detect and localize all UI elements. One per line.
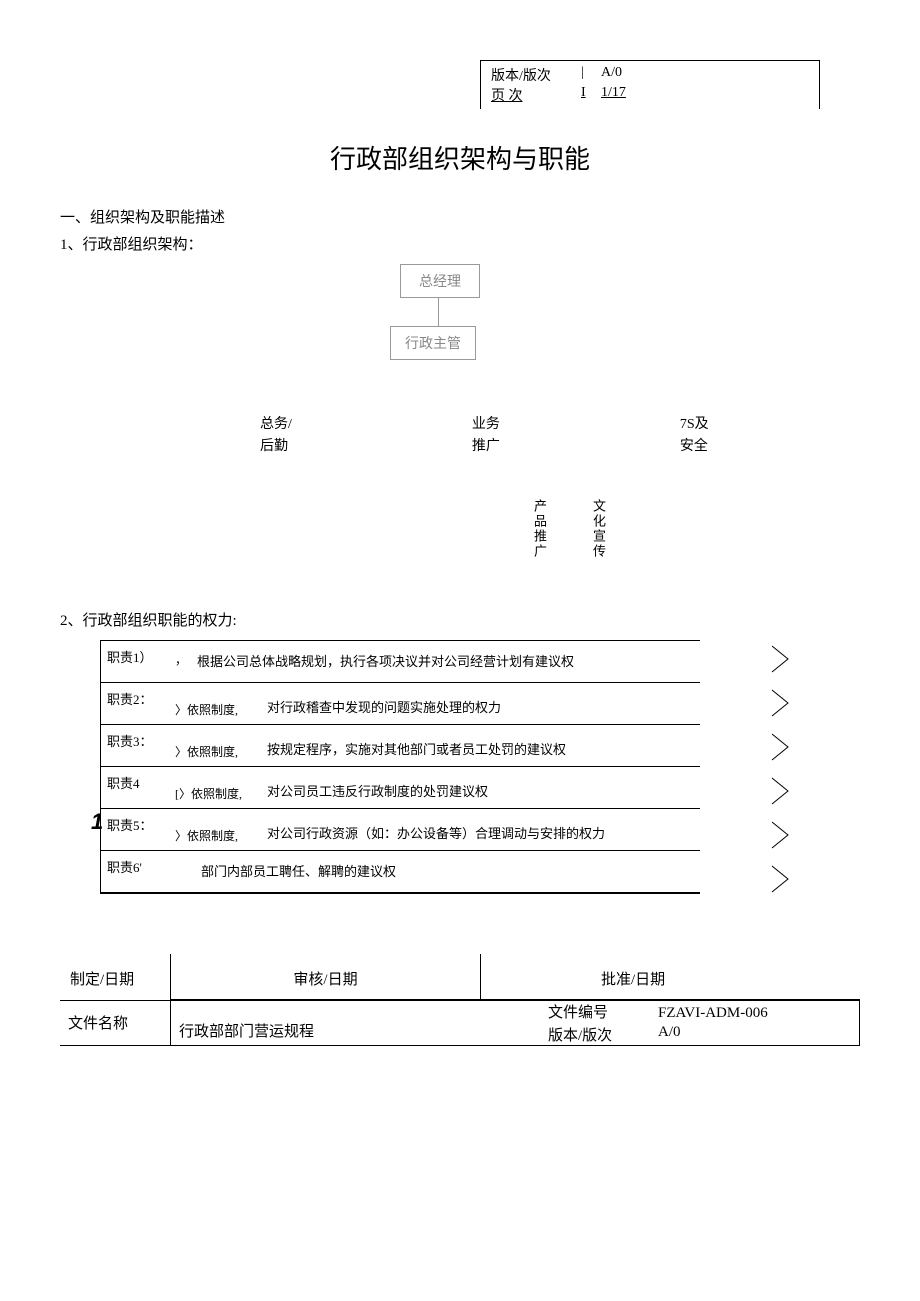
- duty-table: 职责1） ， 根据公司总体战略规划，执行各项决议并对公司经营计划有建议权 职责2…: [100, 640, 700, 894]
- org-chart: 总经理 行政主管: [60, 264, 860, 384]
- duty-mid: 〉依照制度,: [171, 725, 261, 766]
- footer-version-value: A/0: [658, 1024, 681, 1041]
- document-title: 行政部组织架构与职能: [60, 139, 860, 176]
- duty-label: 职责4: [101, 767, 171, 808]
- vert-culture-pub: 文化宣传: [589, 499, 608, 559]
- footer-row-2: 文件名称 行政部部门营运规程 文件编号 版本/版次 FZAVI-ADM-006 …: [60, 1000, 860, 1046]
- section-2-heading: 2、行政部组织职能的权力:: [60, 609, 860, 630]
- section-1-1-heading: 1、行政部组织架构：: [60, 233, 860, 254]
- footer-version-label: 版本/版次: [548, 1024, 612, 1045]
- doc-header-box: 版本/版次 | A/0 页 次 I 1/17: [480, 60, 820, 109]
- func-line-1: 总务/: [260, 417, 292, 432]
- duty-row-5: 职责5： 〉依照制度, 对公司行政资源（如：办公设备等）合理调动与安排的权力: [101, 809, 700, 851]
- duty-label: 职责2：: [101, 683, 171, 724]
- func-line-1: 业务: [472, 417, 500, 432]
- duty-mid: 〉依照制度,: [171, 683, 261, 724]
- duty-mid: [〉依照制度,: [171, 767, 261, 808]
- header-page-row: 页 次 I 1/17: [491, 85, 809, 105]
- duty-row-4: 职责4 [〉依照制度, 对公司员工违反行政制度的处罚建议权: [101, 767, 700, 809]
- footer-made-date-label: 制定/日期: [60, 954, 170, 1000]
- org-box-admin-supervisor: 行政主管: [390, 326, 476, 360]
- footer-file-meta-labels: 文件编号 版本/版次: [540, 1001, 650, 1045]
- footer-file-name-value: 行政部部门营运规程: [170, 1001, 540, 1045]
- footer-file-number-value: FZAVI-ADM-006: [658, 1005, 768, 1022]
- duty-mid: 〉依照制度,: [171, 809, 261, 850]
- duty-body: 对公司员工违反行政制度的处罚建议权: [261, 767, 700, 808]
- footer-table: 制定/日期 审核/日期 批准/日期 文件名称 行政部部门营运规程 文件编号 版本…: [60, 954, 860, 1046]
- chevron-column: [770, 640, 792, 894]
- func-line-1: 7S及: [680, 417, 709, 432]
- header-page-value: 1/17: [601, 85, 626, 105]
- func-line-2: 后勤: [260, 439, 288, 454]
- duty-body: 对公司行政资源（如：办公设备等）合理调动与安排的权力: [261, 809, 700, 850]
- function-7s-safety: 7S及 安全: [680, 414, 709, 459]
- header-version-value: A/0: [601, 65, 622, 85]
- section-1-heading: 一、组织架构及职能描述: [60, 206, 860, 227]
- duty-label: 职责1）: [101, 641, 171, 682]
- function-general-logistics: 总务/ 后勤: [260, 414, 292, 459]
- duty-row-3: 职责3： 〉依照制度, 按规定程序，实施对其他部门或者员工处罚的建议权: [101, 725, 700, 767]
- duty-label: 职责6': [101, 851, 171, 892]
- footer-review-date-label: 审核/日期: [170, 954, 480, 1000]
- chevron-right-icon: [770, 864, 792, 894]
- duty-body: 部门内部员工聘任、解聘的建议权: [171, 851, 700, 892]
- vertical-labels: 产品推广 文化宣传: [60, 499, 860, 559]
- function-row: 总务/ 后勤 业务 推广 7S及 安全: [60, 414, 860, 459]
- chevron-right-icon: [770, 688, 792, 718]
- func-line-2: 安全: [680, 439, 708, 454]
- chevron-right-icon: [770, 820, 792, 850]
- duty-row-6: 职责6' 部门内部员工聘任、解聘的建议权: [101, 851, 700, 893]
- duty-body: 按规定程序，实施对其他部门或者员工处罚的建议权: [261, 725, 700, 766]
- function-business-promo: 业务 推广: [472, 414, 500, 459]
- duty-label: 职责5：: [101, 809, 171, 850]
- chevron-right-icon: [770, 644, 792, 674]
- duty-body: 根据公司总体战略规划，执行各项决议并对公司经营计划有建议权: [191, 641, 700, 682]
- duty-body: 对行政稽查中发现的问题实施处理的权力: [261, 683, 700, 724]
- duty-mid: ，: [171, 641, 191, 682]
- duty-row-1: 职责1） ， 根据公司总体战略规划，执行各项决议并对公司经营计划有建议权: [101, 641, 700, 683]
- footer-approve-date-label: 批准/日期: [480, 954, 860, 1000]
- header-page-sep: I: [581, 85, 601, 105]
- duty-table-wrap: 职责1） ， 根据公司总体战略规划，执行各项决议并对公司经营计划有建议权 职责2…: [100, 640, 860, 894]
- chevron-right-icon: [770, 776, 792, 806]
- header-page-label: 页 次: [491, 85, 581, 105]
- handwritten-mark: 1: [91, 809, 103, 835]
- header-version-sep: |: [581, 65, 601, 85]
- org-box-general-manager: 总经理: [400, 264, 480, 298]
- org-connector-line: [438, 298, 439, 326]
- footer-file-number-label: 文件编号: [548, 1001, 608, 1022]
- header-version-row: 版本/版次 | A/0: [491, 65, 809, 85]
- func-line-2: 推广: [472, 439, 500, 454]
- vert-product-promo: 产品推广: [530, 499, 549, 559]
- duty-row-2: 职责2： 〉依照制度, 对行政稽查中发现的问题实施处理的权力: [101, 683, 700, 725]
- footer-file-name-label: 文件名称: [60, 1001, 170, 1045]
- header-version-label: 版本/版次: [491, 65, 581, 85]
- footer-row-1: 制定/日期 审核/日期 批准/日期: [60, 954, 860, 1000]
- duty-label: 职责3：: [101, 725, 171, 766]
- footer-file-meta-values: FZAVI-ADM-006 A/0: [650, 1001, 860, 1045]
- chevron-right-icon: [770, 732, 792, 762]
